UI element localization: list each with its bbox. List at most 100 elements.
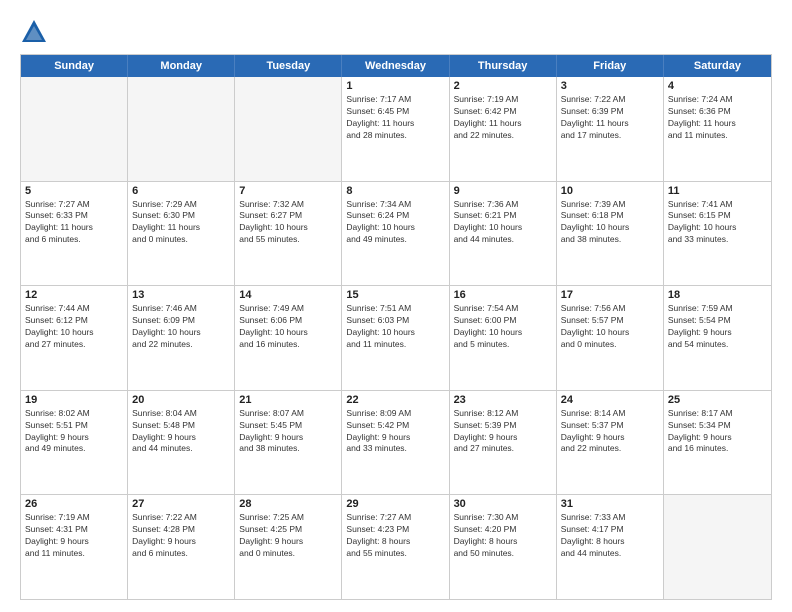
day-info: Sunrise: 7:30 AM Sunset: 4:20 PM Dayligh… (454, 512, 552, 560)
calendar-day-2: 2Sunrise: 7:19 AM Sunset: 6:42 PM Daylig… (450, 77, 557, 181)
calendar-day-18: 18 Sunrise: 7:59 AM Sunset: 5:54 PM Dayli… (664, 286, 771, 390)
calendar-day-6: 6 Sunrise: 7:29 AM Sunset: 6:30 PM Daylig… (128, 182, 235, 286)
calendar-day-1: 1 Sunrise: 7:17 AM Sunset: 6:45 PM Daylig… (342, 77, 449, 181)
logo (20, 18, 52, 46)
calendar-day-14: 14Sunrise: 7:49 AM Sunset: 6:06 PM Dayli… (235, 286, 342, 390)
day-number: 17 (561, 289, 659, 301)
calendar-header-sunday: Sunday (21, 55, 128, 77)
calendar-week-2: 5Sunrise: 7:27 AM Sunset: 6:33 PM Daylig… (21, 182, 771, 287)
day-info: Sunrise: 7:34 AM Sunset: 6:24 PM Dayligh… (346, 199, 444, 247)
day-info: Sunrise: 7:44 AM Sunset: 6:12 PM Dayligh… (25, 303, 123, 351)
day-number: 30 (454, 498, 552, 510)
calendar-day-5: 5Sunrise: 7:27 AM Sunset: 6:33 PM Daylig… (21, 182, 128, 286)
day-info: Sunrise: 7:19 AM Sunset: 6:42 PM Dayligh… (454, 94, 552, 142)
calendar-day-8: 8Sunrise: 7:34 AM Sunset: 6:24 PM Daylig… (342, 182, 449, 286)
calendar-day-21: 21Sunrise: 8:07 AM Sunset: 5:45 PM Dayli… (235, 391, 342, 495)
calendar-header-row: SundayMondayTuesdayWednesdayThursdayFrid… (21, 55, 771, 77)
day-info: Sunrise: 7:54 AM Sunset: 6:00 PM Dayligh… (454, 303, 552, 351)
day-number: 31 (561, 498, 659, 510)
day-number: 5 (25, 185, 123, 197)
day-number: 29 (346, 498, 444, 510)
calendar-day-12: 12 Sunrise: 7:44 AM Sunset: 6:12 PM Dayli… (21, 286, 128, 390)
day-number: 10 (561, 185, 659, 197)
day-number: 24 (561, 394, 659, 406)
day-info: Sunrise: 7:56 AM Sunset: 5:57 PM Dayligh… (561, 303, 659, 351)
day-info: Sunrise: 7:39 AM Sunset: 6:18 PM Dayligh… (561, 199, 659, 247)
day-number: 16 (454, 289, 552, 301)
day-info: Sunrise: 7:22 AM Sunset: 6:39 PM Dayligh… (561, 94, 659, 142)
calendar-day-16: 16 Sunrise: 7:54 AM Sunset: 6:00 PM Dayli… (450, 286, 557, 390)
calendar-day-31: 31 Sunrise: 7:33 AM Sunset: 4:17 PM Dayli… (557, 495, 664, 599)
calendar-day-11: 11 Sunrise: 7:41 AM Sunset: 6:15 PM Dayli… (664, 182, 771, 286)
header (20, 18, 772, 46)
day-number: 27 (132, 498, 230, 510)
calendar-day-24: 24 Sunrise: 8:14 AM Sunset: 5:37 PM Dayli… (557, 391, 664, 495)
day-number: 3 (561, 80, 659, 92)
calendar-day-10: 10 Sunrise: 7:39 AM Sunset: 6:18 PM Dayli… (557, 182, 664, 286)
calendar-day-19: 19 Sunrise: 8:02 AM Sunset: 5:51 PM Dayli… (21, 391, 128, 495)
day-info: Sunrise: 7:22 AM Sunset: 4:28 PM Dayligh… (132, 512, 230, 560)
calendar-day-20: 20Sunrise: 8:04 AM Sunset: 5:48 PM Dayli… (128, 391, 235, 495)
day-info: Sunrise: 7:59 AM Sunset: 5:54 PM Dayligh… (668, 303, 767, 351)
day-info: Sunrise: 7:46 AM Sunset: 6:09 PM Dayligh… (132, 303, 230, 351)
day-info: Sunrise: 7:36 AM Sunset: 6:21 PM Dayligh… (454, 199, 552, 247)
calendar-header-friday: Friday (557, 55, 664, 77)
calendar-day-17: 17 Sunrise: 7:56 AM Sunset: 5:57 PM Dayli… (557, 286, 664, 390)
day-info: Sunrise: 8:12 AM Sunset: 5:39 PM Dayligh… (454, 408, 552, 456)
day-number: 6 (132, 185, 230, 197)
day-info: Sunrise: 7:29 AM Sunset: 6:30 PM Dayligh… (132, 199, 230, 247)
day-number: 7 (239, 185, 337, 197)
calendar-header-monday: Monday (128, 55, 235, 77)
day-info: Sunrise: 7:24 AM Sunset: 6:36 PM Dayligh… (668, 94, 767, 142)
day-number: 18 (668, 289, 767, 301)
day-number: 9 (454, 185, 552, 197)
calendar-day-30: 30 Sunrise: 7:30 AM Sunset: 4:20 PM Dayli… (450, 495, 557, 599)
day-number: 26 (25, 498, 123, 510)
calendar-day-25: 25Sunrise: 8:17 AM Sunset: 5:34 PM Dayli… (664, 391, 771, 495)
page: SundayMondayTuesdayWednesdayThursdayFrid… (0, 0, 792, 612)
calendar-header-thursday: Thursday (450, 55, 557, 77)
day-number: 23 (454, 394, 552, 406)
day-number: 20 (132, 394, 230, 406)
calendar-day-23: 23 Sunrise: 8:12 AM Sunset: 5:39 PM Dayli… (450, 391, 557, 495)
day-number: 13 (132, 289, 230, 301)
calendar-day-15: 15 Sunrise: 7:51 AM Sunset: 6:03 PM Dayli… (342, 286, 449, 390)
calendar-week-4: 19 Sunrise: 8:02 AM Sunset: 5:51 PM Dayli… (21, 391, 771, 496)
day-number: 22 (346, 394, 444, 406)
calendar-header-tuesday: Tuesday (235, 55, 342, 77)
calendar-week-1: 1 Sunrise: 7:17 AM Sunset: 6:45 PM Daylig… (21, 77, 771, 182)
calendar-day-3: 3 Sunrise: 7:22 AM Sunset: 6:39 PM Daylig… (557, 77, 664, 181)
day-number: 11 (668, 185, 767, 197)
day-info: Sunrise: 7:33 AM Sunset: 4:17 PM Dayligh… (561, 512, 659, 560)
day-info: Sunrise: 7:41 AM Sunset: 6:15 PM Dayligh… (668, 199, 767, 247)
calendar-week-3: 12 Sunrise: 7:44 AM Sunset: 6:12 PM Dayli… (21, 286, 771, 391)
calendar-day-26: 26Sunrise: 7:19 AM Sunset: 4:31 PM Dayli… (21, 495, 128, 599)
calendar-day-28: 28Sunrise: 7:25 AM Sunset: 4:25 PM Dayli… (235, 495, 342, 599)
day-info: Sunrise: 8:02 AM Sunset: 5:51 PM Dayligh… (25, 408, 123, 456)
calendar-day-empty (21, 77, 128, 181)
calendar-body: 1 Sunrise: 7:17 AM Sunset: 6:45 PM Daylig… (21, 77, 771, 599)
calendar-header-wednesday: Wednesday (342, 55, 449, 77)
calendar-day-empty (664, 495, 771, 599)
day-info: Sunrise: 7:17 AM Sunset: 6:45 PM Dayligh… (346, 94, 444, 142)
day-number: 14 (239, 289, 337, 301)
day-number: 19 (25, 394, 123, 406)
day-number: 4 (668, 80, 767, 92)
day-info: Sunrise: 7:51 AM Sunset: 6:03 PM Dayligh… (346, 303, 444, 351)
day-number: 28 (239, 498, 337, 510)
calendar-day-29: 29 Sunrise: 7:27 AM Sunset: 4:23 PM Dayli… (342, 495, 449, 599)
day-number: 15 (346, 289, 444, 301)
day-info: Sunrise: 8:14 AM Sunset: 5:37 PM Dayligh… (561, 408, 659, 456)
day-number: 21 (239, 394, 337, 406)
calendar-header-saturday: Saturday (664, 55, 771, 77)
calendar-day-empty (128, 77, 235, 181)
day-number: 12 (25, 289, 123, 301)
day-info: Sunrise: 7:27 AM Sunset: 4:23 PM Dayligh… (346, 512, 444, 560)
calendar-day-27: 27 Sunrise: 7:22 AM Sunset: 4:28 PM Dayli… (128, 495, 235, 599)
day-number: 25 (668, 394, 767, 406)
logo-icon (20, 18, 48, 46)
calendar: SundayMondayTuesdayWednesdayThursdayFrid… (20, 54, 772, 600)
day-info: Sunrise: 8:09 AM Sunset: 5:42 PM Dayligh… (346, 408, 444, 456)
day-number: 1 (346, 80, 444, 92)
calendar-day-9: 9 Sunrise: 7:36 AM Sunset: 6:21 PM Daylig… (450, 182, 557, 286)
